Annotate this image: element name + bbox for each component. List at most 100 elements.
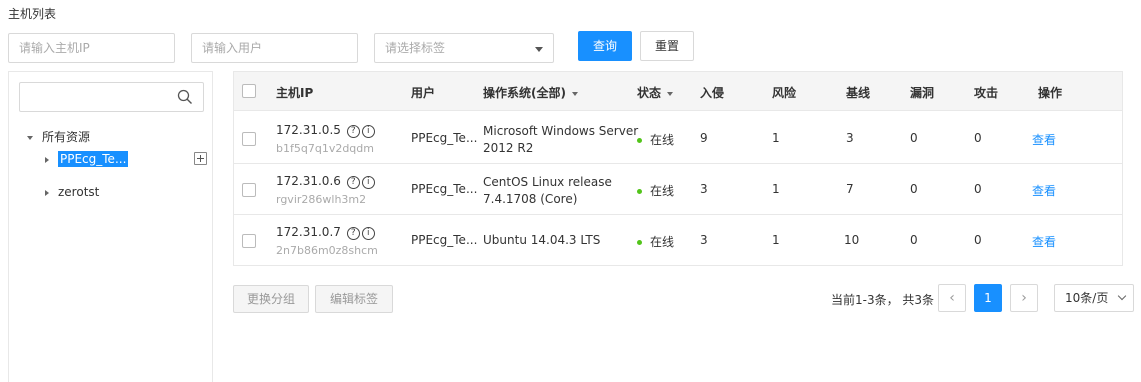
host-table: 主机IP 用户 操作系统(全部) 状态 入侵 风险 基线 漏洞 攻击 操作 17…: [233, 71, 1123, 266]
tree-node-label: PPEcg_Te...: [58, 151, 129, 167]
view-link[interactable]: 查看: [1032, 182, 1056, 199]
header-user: 用户: [411, 86, 436, 100]
baseline-count: 10: [844, 233, 860, 247]
row-checkbox[interactable]: [242, 132, 256, 146]
os-cell: CentOS Linux release 7.4.1708 (Core): [483, 174, 612, 208]
status-label: 在线: [650, 133, 675, 147]
os-version: 2012 R2: [483, 141, 534, 155]
host-ip-cell: 172.31.0.6 ? i rgvir286wlh3m2: [276, 174, 375, 206]
header-action: 操作: [1038, 86, 1063, 100]
user-cell: PPEcg_Te...: [411, 182, 478, 196]
filter-caret-icon[interactable]: [571, 91, 578, 96]
status-label: 在线: [650, 184, 675, 198]
status-cell: 在线: [637, 131, 674, 148]
online-dot-icon: [637, 240, 642, 245]
host-ip: 172.31.0.6: [276, 174, 341, 188]
online-dot-icon: [637, 189, 642, 194]
os-version: 7.4.1708 (Core): [483, 192, 578, 206]
info-icon[interactable]: i: [361, 125, 375, 138]
vuln-count: 0: [910, 131, 918, 145]
header-attack: 攻击: [974, 86, 999, 100]
view-link[interactable]: 查看: [1032, 131, 1056, 148]
expand-caret-icon[interactable]: [27, 135, 33, 140]
header-baseline: 基线: [846, 86, 871, 100]
change-group-button[interactable]: 更换分组: [233, 285, 309, 313]
reset-button[interactable]: 重置: [640, 31, 694, 61]
header-status-label: 状态: [637, 86, 662, 100]
pagination-summary: 当前1-3条， 共3条: [831, 293, 935, 307]
baseline-count: 7: [846, 182, 854, 196]
attack-count: 0: [974, 131, 982, 145]
os-name: Microsoft Windows Server: [483, 124, 639, 138]
caret-down-icon: [535, 47, 543, 52]
os-name: CentOS Linux release: [483, 175, 612, 189]
help-icon[interactable]: ?: [346, 125, 360, 138]
view-link[interactable]: 查看: [1032, 233, 1056, 250]
intrusion-count: 3: [700, 233, 708, 247]
tree-root-node[interactable]: 所有资源: [27, 128, 90, 145]
page-size-select[interactable]: 10条/页: [1054, 284, 1134, 312]
os-name: Ubuntu 14.04.3 LTS: [483, 233, 601, 247]
host-ip-input[interactable]: [8, 33, 175, 63]
add-group-icon[interactable]: [194, 152, 207, 165]
next-page-button[interactable]: ›: [1010, 284, 1038, 312]
help-icon[interactable]: ?: [346, 227, 360, 240]
status-label: 在线: [650, 235, 675, 249]
host-ip-cell: 172.31.0.5 ? i b1f5q7q1v2dqdm: [276, 123, 375, 155]
header-ip: 主机IP: [276, 86, 314, 100]
collapse-caret-icon[interactable]: [45, 189, 49, 196]
host-ip: 172.31.0.5: [276, 123, 341, 137]
info-icon[interactable]: i: [361, 176, 375, 189]
status-cell: 在线: [637, 233, 674, 250]
header-os[interactable]: 操作系统(全部): [483, 84, 578, 101]
tree-search-input[interactable]: [19, 82, 204, 112]
user-input[interactable]: [191, 33, 358, 63]
prev-page-button[interactable]: ‹: [938, 284, 966, 312]
table-row: 172.31.0.7 ? i 2n7b86m0z8shcm PPEcg_Te...…: [234, 215, 1122, 266]
header-os-label: 操作系统(全部): [483, 86, 566, 100]
vuln-count: 0: [910, 233, 918, 247]
row-checkbox[interactable]: [242, 234, 256, 248]
status-cell: 在线: [637, 182, 674, 199]
table-row: 172.31.0.6 ? i rgvir286wlh3m2 PPEcg_Te...…: [234, 164, 1122, 215]
table-header: 主机IP 用户 操作系统(全部) 状态 入侵 风险 基线 漏洞 攻击 操作: [234, 72, 1122, 111]
header-intrusion: 入侵: [700, 86, 725, 100]
collapse-caret-icon[interactable]: [45, 156, 49, 163]
search-icon[interactable]: [177, 89, 193, 105]
help-icon[interactable]: ?: [346, 176, 360, 189]
page-1-button[interactable]: 1: [974, 284, 1002, 312]
attack-count: 0: [974, 182, 982, 196]
filter-caret-icon[interactable]: [667, 91, 674, 96]
host-id: rgvir286wlh3m2: [276, 193, 367, 206]
os-cell: Ubuntu 14.04.3 LTS: [483, 233, 600, 247]
attack-count: 0: [974, 233, 982, 247]
page-size-label: 10条/页: [1065, 291, 1109, 305]
host-id: 2n7b86m0z8shcm: [276, 244, 378, 257]
row-checkbox[interactable]: [242, 183, 256, 197]
info-icon[interactable]: i: [361, 227, 375, 240]
vuln-count: 0: [910, 182, 918, 196]
tree-root-label: 所有资源: [42, 130, 91, 144]
edit-tag-button[interactable]: 编辑标签: [315, 285, 393, 313]
online-dot-icon: [637, 138, 642, 143]
host-id: b1f5q7q1v2dqdm: [276, 142, 374, 155]
resource-tree-panel: 所有资源 PPEcg_Te... zerotst: [8, 71, 213, 382]
tag-select-placeholder: 请选择标签: [385, 41, 446, 55]
chevron-down-icon: [1117, 291, 1127, 301]
user-cell: PPEcg_Te...: [411, 233, 478, 247]
os-cell: Microsoft Windows Server 2012 R2: [483, 123, 638, 157]
header-status[interactable]: 状态: [637, 84, 674, 101]
intrusion-count: 9: [700, 131, 708, 145]
table-row: 172.31.0.5 ? i b1f5q7q1v2dqdm PPEcg_Te...…: [234, 113, 1122, 164]
select-all-checkbox[interactable]: [242, 84, 256, 98]
host-ip: 172.31.0.7: [276, 225, 341, 239]
tag-select[interactable]: 请选择标签: [374, 33, 554, 63]
tree-node-label: zerotst: [58, 185, 100, 199]
baseline-count: 3: [846, 131, 854, 145]
risk-count: 1: [772, 182, 780, 196]
intrusion-count: 3: [700, 182, 708, 196]
tree-node-zerotst[interactable]: zerotst: [45, 185, 99, 199]
header-risk: 风险: [772, 86, 797, 100]
query-button[interactable]: 查询: [578, 31, 632, 61]
tree-node-ppecg[interactable]: PPEcg_Te...: [45, 151, 129, 167]
